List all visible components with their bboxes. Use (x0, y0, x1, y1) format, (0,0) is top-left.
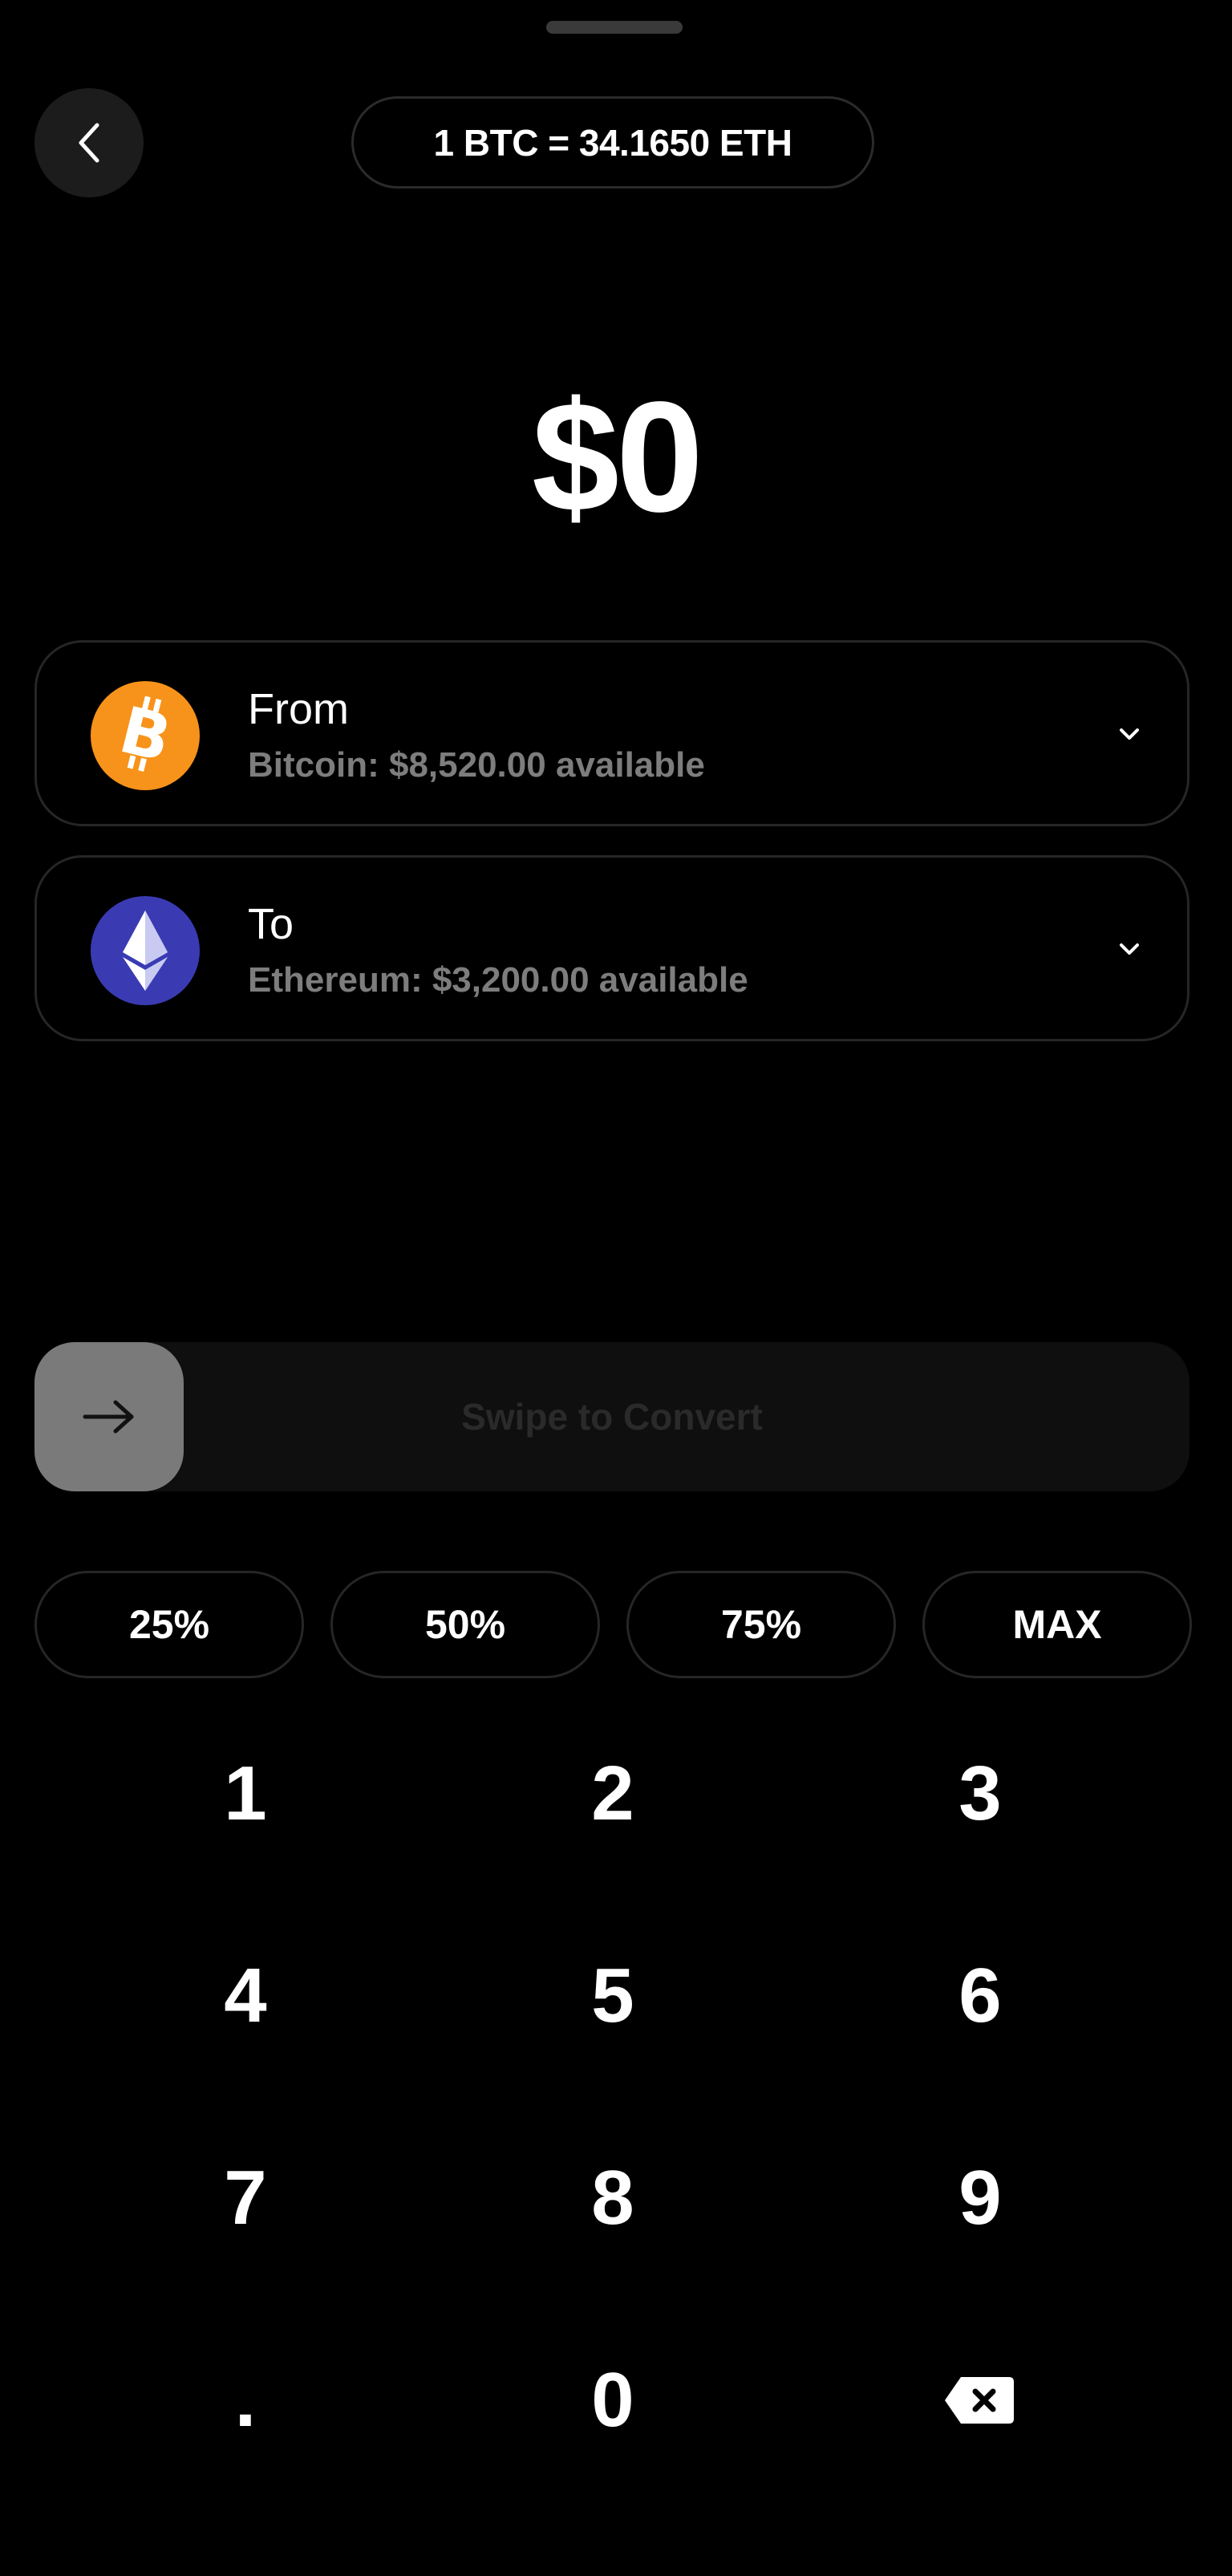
keypad-key-4[interactable]: 4 (125, 1916, 366, 2076)
bitcoin-icon: B (91, 681, 200, 790)
quick-amount-25-button[interactable]: 25% (34, 1571, 304, 1678)
keypad-key-7[interactable]: 7 (125, 2118, 366, 2278)
from-available-balance: Bitcoin: $8,520.00 available (248, 745, 705, 785)
chevron-down-icon (1120, 728, 1139, 740)
arrow-right-icon (83, 1400, 134, 1434)
keypad-key-decimal[interactable]: . (125, 2320, 366, 2481)
keypad-key-0[interactable]: 0 (492, 2320, 733, 2481)
from-label: From (248, 685, 349, 733)
quick-amount-50-button[interactable]: 50% (330, 1571, 600, 1678)
swipe-to-convert-track[interactable]: Swipe to Convert (34, 1342, 1189, 1491)
keypad-backspace-key[interactable] (860, 2320, 1100, 2481)
back-button[interactable] (34, 88, 144, 197)
keypad-key-9[interactable]: 9 (860, 2118, 1100, 2278)
chevron-down-icon (1120, 943, 1139, 955)
keypad-key-6[interactable]: 6 (860, 1916, 1100, 2076)
keypad-key-8[interactable]: 8 (492, 2118, 733, 2278)
to-asset-selector[interactable]: To Ethereum: $3,200.00 available (34, 855, 1189, 1041)
chevron-left-icon (79, 123, 99, 163)
exchange-rate-text: 1 BTC = 34.1650 ETH (433, 121, 792, 164)
swipe-to-convert-label: Swipe to Convert (461, 1396, 763, 1438)
quick-amount-75-button[interactable]: 75% (626, 1571, 896, 1678)
to-available-balance: Ethereum: $3,200.00 available (248, 960, 748, 1000)
swipe-handle[interactable] (34, 1342, 184, 1491)
keypad-key-5[interactable]: 5 (492, 1916, 733, 2076)
ethereum-icon (91, 896, 200, 1005)
exchange-rate-pill[interactable]: 1 BTC = 34.1650 ETH (351, 96, 874, 189)
amount-display: $0 (531, 369, 703, 545)
quick-amount-row: 25% 50% 75% MAX (34, 1571, 1192, 1678)
from-asset-selector[interactable]: B From Bitcoin: $8,520.00 available (34, 640, 1189, 826)
sheet-grabber[interactable] (546, 21, 683, 34)
keypad-key-3[interactable]: 3 (860, 1714, 1100, 1874)
keypad-key-1[interactable]: 1 (125, 1714, 366, 1874)
to-label: To (248, 900, 294, 948)
keypad-key-2[interactable]: 2 (492, 1714, 733, 1874)
backspace-icon (945, 2377, 1014, 2424)
quick-amount-max-button[interactable]: MAX (922, 1571, 1192, 1678)
